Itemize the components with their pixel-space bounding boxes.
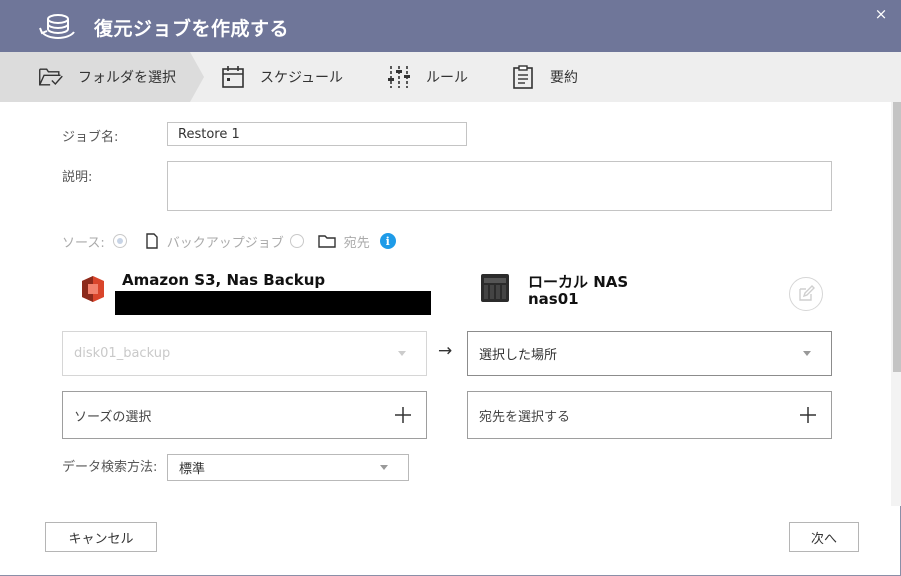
destination-picker-label: 宛先を選択する <box>479 409 571 425</box>
step-label: フォルダを選択 <box>78 70 176 86</box>
next-button[interactable]: 次へ <box>789 522 859 552</box>
destination-host: nas01 <box>528 290 579 308</box>
folder-check-icon <box>38 64 64 90</box>
scrollbar-thumb[interactable] <box>893 102 901 372</box>
source-backup-job-label: バックアップジョブ <box>166 235 284 251</box>
data-search-label: データ検索方法: <box>62 460 158 475</box>
step-select-folder[interactable]: フォルダを選択 <box>38 52 176 102</box>
create-restore-job-dialog: 復元ジョブを作成する × フォルダを選択 スケジュール ルール 要約 ジョブ名:… <box>0 0 901 576</box>
source-folder-select[interactable]: disk01_backup <box>62 331 427 376</box>
chevron-down-icon <box>803 350 811 356</box>
destination-location-select-value: 選択した場所 <box>479 348 558 363</box>
source-destination-radio[interactable] <box>289 234 304 248</box>
chevron-down-icon <box>380 464 388 470</box>
calendar-icon <box>220 64 246 90</box>
source-folder-select-value: disk01_backup <box>74 346 171 361</box>
clipboard-icon <box>510 64 536 90</box>
step-label: スケジュール <box>260 70 344 86</box>
job-name-input[interactable]: Restore 1 <box>167 122 467 146</box>
close-icon[interactable]: × <box>872 5 890 23</box>
destination-name: ローカル NAS <box>528 273 629 291</box>
job-name-label: ジョブ名: <box>62 130 119 145</box>
edit-icon <box>799 285 815 301</box>
amazon-s3-icon <box>82 276 104 302</box>
source-type-row: ソース: バックアップジョブ 宛先 i <box>62 231 396 251</box>
sliders-icon <box>386 64 412 90</box>
dialog-header: 復元ジョブを作成する × <box>0 0 901 52</box>
wizard-steps: フォルダを選択 スケジュール ルール 要約 <box>0 52 901 102</box>
info-icon[interactable]: i <box>379 233 396 249</box>
description-textarea[interactable] <box>167 161 832 211</box>
data-search-select-value: 標準 <box>179 462 206 477</box>
step-label: ルール <box>426 70 468 86</box>
plus-icon <box>395 407 411 423</box>
source-label: ソース: <box>62 235 105 251</box>
step-label: 要約 <box>550 70 578 86</box>
source-destination-label: 宛先 <box>343 235 370 251</box>
destination-picker[interactable]: 宛先を選択する <box>467 391 832 439</box>
chevron-down-icon <box>398 350 406 356</box>
step-schedule[interactable]: スケジュール <box>220 52 343 102</box>
description-label: 説明: <box>62 170 93 185</box>
file-icon <box>145 233 159 249</box>
step-rules[interactable]: ルール <box>386 52 468 102</box>
data-search-select[interactable]: 標準 <box>167 454 409 481</box>
cancel-button[interactable]: キャンセル <box>45 522 157 552</box>
plus-icon <box>800 407 816 423</box>
arrow-right-icon: → <box>438 341 453 361</box>
source-name: Amazon S3, Nas Backup <box>122 271 326 289</box>
source-picker[interactable]: ソーズの選択 <box>62 391 427 439</box>
folder-icon <box>318 234 336 248</box>
source-backup-job-radio[interactable] <box>112 234 127 248</box>
redacted-bar <box>115 291 431 315</box>
dialog-title: 復元ジョブを作成する <box>94 18 290 40</box>
nas-device-icon <box>481 274 509 302</box>
destination-location-select[interactable]: 選択した場所 <box>467 331 832 376</box>
edit-destination-button[interactable] <box>789 277 823 311</box>
restore-cloud-icon <box>39 14 75 39</box>
source-picker-label: ソーズの選択 <box>74 409 152 425</box>
step-summary[interactable]: 要約 <box>510 52 578 102</box>
